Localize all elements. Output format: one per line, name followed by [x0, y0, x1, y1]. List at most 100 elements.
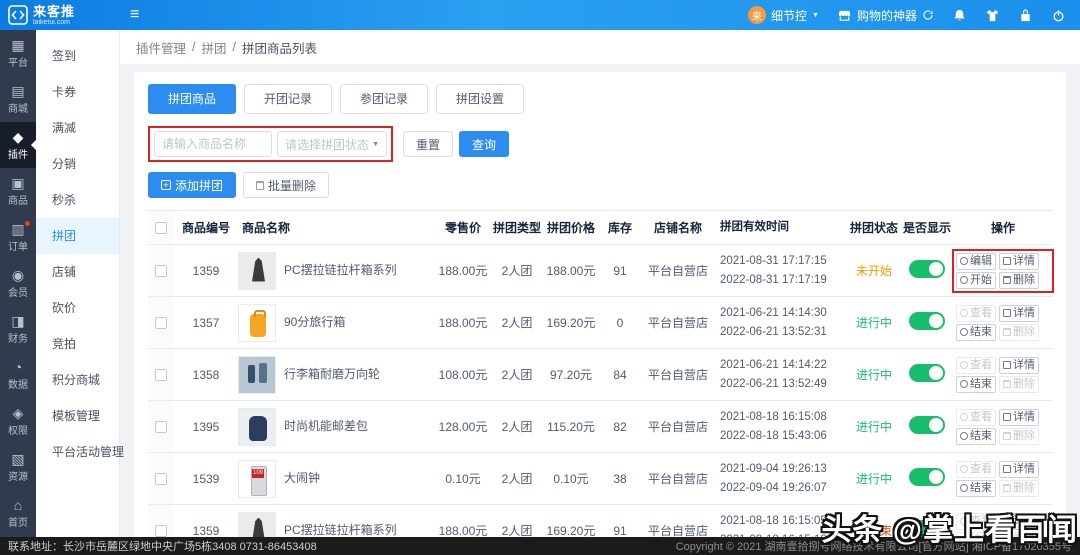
action-end-button[interactable]: 结束	[956, 479, 996, 497]
product-code: 1359	[192, 263, 220, 278]
sidebar-item-member[interactable]: ◉ 会员	[0, 260, 36, 306]
submenu-item-模板管理[interactable]: 模板管理	[36, 398, 119, 434]
user-menu[interactable]: 来 细节控 ▼	[748, 6, 819, 24]
header-stock: 库存	[607, 221, 632, 235]
submenu-item-分销[interactable]: 分销	[36, 146, 119, 182]
visible-toggle[interactable]	[909, 260, 945, 278]
submenu-item-砍价[interactable]: 砍价	[36, 290, 119, 326]
action-start-button[interactable]: 开始	[956, 271, 996, 289]
filter-row: 请选择拼团状态 ▼ 重置 查询	[148, 126, 1052, 162]
action-delete-button: 删除	[999, 323, 1039, 341]
package-icon[interactable]	[1018, 8, 1033, 23]
store-link[interactable]: 购物的神器	[837, 7, 934, 24]
row-actions: 查看详情结束删除	[954, 355, 1052, 395]
action-end-button[interactable]: 结束	[956, 427, 996, 445]
power-icon[interactable]	[1051, 8, 1066, 23]
submenu-item-秒杀[interactable]: 秒杀	[36, 182, 119, 218]
sidebar-item-data[interactable]: ◔ 数据	[0, 352, 36, 398]
row-checkbox[interactable]	[155, 316, 167, 329]
annotation-box-filters: 请选择拼团状态 ▼	[148, 126, 393, 162]
store-name: 平台自营店	[647, 472, 708, 486]
plugin-submenu: 签到 卡券 满减 分销 秒杀 拼团 店铺 砍价 竞拍 积分商城 模板管理 平台活动管理	[36, 30, 124, 537]
breadcrumb-groupbuy[interactable]: 拼团	[202, 38, 227, 57]
store-name: 平台自营店	[647, 368, 708, 382]
group-type: 2人团	[501, 264, 533, 278]
row-checkbox[interactable]	[155, 524, 167, 537]
group-status-select[interactable]: 请选择拼团状态 ▼	[277, 131, 387, 157]
status-badge: 进行中	[855, 472, 892, 486]
action-detail-button[interactable]: 详情	[999, 304, 1039, 322]
product-name: 大闹钟	[284, 470, 321, 485]
detail-icon	[1003, 412, 1011, 421]
sidebar-item-permission[interactable]: ◈ 权限	[0, 398, 36, 444]
visible-toggle[interactable]	[909, 416, 945, 434]
valid-to: 2022-09-04 19:26:07	[720, 481, 827, 494]
header-group-type: 拼团类型	[492, 221, 541, 235]
row-checkbox[interactable]	[155, 264, 167, 277]
sidebar-item-order[interactable]: ▥ 订单	[0, 214, 36, 260]
group-price: 115.20元	[547, 420, 595, 434]
add-groupbuy-button[interactable]: + 添加拼团	[148, 172, 237, 198]
action-detail-button[interactable]: 详情	[999, 356, 1039, 374]
visible-toggle[interactable]	[909, 312, 945, 330]
row-checkbox[interactable]	[155, 472, 167, 485]
submenu-item-积分商城[interactable]: 积分商城	[36, 362, 119, 398]
header-visible: 是否显示	[902, 221, 951, 235]
action-end-button[interactable]: 结束	[956, 323, 996, 341]
notifications-bell-icon[interactable]	[952, 8, 967, 23]
sidebar-item-platform[interactable]: ▦ 平台	[0, 30, 36, 76]
action-delete-button[interactable]: 删除	[999, 271, 1039, 289]
breadcrumb-plugin-management[interactable]: 插件管理	[136, 38, 186, 57]
app-logo: 来客推 laiketui.com	[0, 5, 120, 26]
row-checkbox[interactable]	[155, 368, 167, 381]
submenu-item-拼团[interactable]: 拼团	[36, 218, 119, 254]
mall-icon: ▤	[11, 83, 25, 99]
submenu-item-平台活动管理[interactable]: 平台活动管理	[36, 434, 124, 470]
select-all-checkbox[interactable]	[155, 221, 167, 234]
submenu-item-店铺[interactable]: 店铺	[36, 254, 119, 290]
logo-subtitle: laiketui.com	[33, 18, 70, 26]
tab-开团记录[interactable]: 开团记录	[244, 84, 332, 114]
sidebar-item-resource[interactable]: ▧ 资源	[0, 444, 36, 490]
sidebar-item-home[interactable]: ⌂ 首页	[0, 490, 36, 536]
reset-button[interactable]: 重置	[403, 131, 454, 157]
stock: 91	[613, 263, 627, 278]
tab-拼团设置[interactable]: 拼团设置	[436, 84, 524, 114]
product-name-input[interactable]	[154, 131, 272, 157]
row-checkbox[interactable]	[155, 420, 167, 433]
sidebar-item-mall[interactable]: ▤ 商城	[0, 76, 36, 122]
detail-icon	[1003, 308, 1011, 317]
retail-price: 108.00元	[438, 368, 488, 382]
detail-icon	[1003, 464, 1011, 473]
breadcrumb: 插件管理 / 拼团 / 拼团商品列表	[120, 30, 1080, 64]
submenu-item-满减[interactable]: 满减	[36, 110, 119, 146]
visible-toggle[interactable]	[909, 468, 945, 486]
visible-toggle[interactable]	[909, 364, 945, 382]
tab-bar: 拼团商品 开团记录 参团记录 拼团设置	[148, 84, 1052, 114]
action-end-button[interactable]: 结束	[956, 375, 996, 393]
row-actions: 查看详情结束删除	[954, 459, 1052, 499]
shop-shirt-icon[interactable]	[985, 8, 1000, 23]
group-price: 0.10元	[553, 472, 589, 486]
tab-拼团商品[interactable]: 拼团商品	[148, 84, 236, 114]
sidebar-item-plugin[interactable]: ◆ 插件	[0, 122, 36, 168]
sidebar-item-finance[interactable]: ◨ 财务	[0, 306, 36, 352]
action-detail-button[interactable]: 详情	[999, 460, 1039, 478]
submenu-item-竞拍[interactable]: 竞拍	[36, 326, 119, 362]
tab-参团记录[interactable]: 参团记录	[340, 84, 428, 114]
action-detail-button[interactable]: 详情	[999, 408, 1039, 426]
end-icon	[960, 379, 968, 388]
group-type: 2人团	[501, 472, 533, 486]
refresh-icon[interactable]	[922, 9, 934, 21]
submenu-item-卡券[interactable]: 卡券	[36, 74, 119, 110]
valid-time: 2021-06-21 14:14:22 2022-06-21 13:52:49	[716, 356, 848, 393]
bulk-delete-button[interactable]: 批量删除	[243, 172, 330, 198]
sidebar-item-goods[interactable]: ▣ 商品	[0, 168, 36, 214]
submenu-item-签到[interactable]: 签到	[36, 38, 119, 74]
action-edit-button[interactable]: 编辑	[956, 252, 996, 270]
valid-from: 2021-09-04 19:26:13	[720, 463, 827, 476]
action-detail-button[interactable]: 详情	[999, 252, 1039, 270]
status-badge: 未开始	[855, 264, 892, 278]
collapse-menu-icon[interactable]: ≡	[130, 7, 139, 23]
search-button[interactable]: 查询	[459, 131, 510, 157]
